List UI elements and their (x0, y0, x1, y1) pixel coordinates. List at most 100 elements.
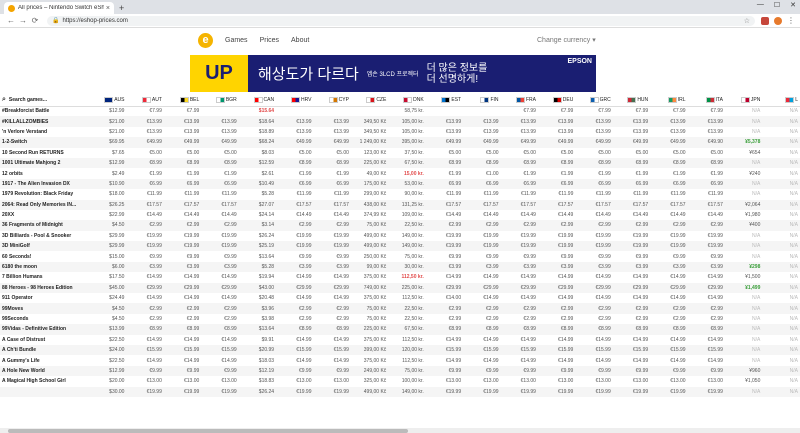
game-title[interactable]: #KILLALLZOMBIES (0, 116, 89, 126)
game-title[interactable]: 36 Fragments of Midnight (0, 220, 89, 230)
game-title[interactable]: 3D MiniGolf (0, 241, 89, 251)
table-row[interactable]: 99Moves $4.50 €2.99 €2.99 €2.99 $3.96 €2.99 €2.… (0, 303, 800, 314)
game-title[interactable]: A Case of Distrust (0, 335, 89, 345)
browser-menu-icon[interactable]: ⋮ (787, 16, 795, 25)
game-title[interactable]: 99Vidas - Definitive Edition (0, 324, 89, 334)
table-row[interactable]: 2064: Read Only Memories IN... $26.25 €17.… (0, 199, 800, 210)
game-title[interactable]: A Ch'ti Bundle (0, 345, 89, 355)
country-header-fra[interactable]: FRA (500, 94, 538, 107)
country-header-hun[interactable]: HUN (612, 94, 651, 107)
country-header-cyp[interactable]: CYP (313, 94, 351, 107)
game-title[interactable]: 88 Heroes - 98 Heroes Edition (0, 283, 89, 293)
ad-banner[interactable]: UP 해상도가 다르다 엡손 3LCD 프로젝터 더 많은 정보를 더 선명하게… (190, 55, 596, 92)
nav-about[interactable]: About (291, 37, 309, 44)
back-icon[interactable]: ← (5, 16, 17, 25)
country-header-cze[interactable]: CZE (350, 94, 389, 107)
maximize-icon[interactable]: ☐ (774, 1, 780, 9)
table-row[interactable]: 99Vidas - Definitive Edition $13.99 €8.99 €… (0, 324, 800, 335)
country-header-est[interactable]: EST (425, 94, 464, 107)
table-row[interactable]: 88 Heroes - 98 Heroes Edition $45.00 €29.9… (0, 282, 800, 294)
game-title[interactable]: 'n Verlore Verstand (0, 127, 89, 137)
game-title[interactable]: 2064: Read Only Memories IN... (0, 200, 89, 210)
country-header-bgr[interactable]: BGR (201, 94, 239, 107)
game-title[interactable]: A Magical High School Girl (0, 376, 89, 386)
game-title[interactable]: A Hole New World (0, 366, 89, 376)
table-row[interactable]: 1917 - The Alien Invasion DX $10.90 €6.99 €… (0, 178, 800, 190)
game-title[interactable]: 60 Seconds! (0, 251, 89, 261)
bookmark-star-icon[interactable]: ☆ (744, 17, 750, 25)
table-row[interactable]: #Breakforcist Battle $12.99 €7.99 €7.99 $15.… (0, 106, 800, 116)
country-header-l[interactable]: L (762, 94, 800, 107)
country-header-aus[interactable]: AUS (89, 94, 127, 107)
game-title[interactable]: #Breakforcist Battle (0, 106, 89, 116)
game-title[interactable]: 99Moves (0, 303, 89, 313)
price-cell: €13.99 (146, 118, 162, 125)
profile-avatar[interactable] (774, 16, 782, 25)
country-header-irl[interactable]: IRL (650, 94, 688, 107)
table-row[interactable]: 60 Seconds! $15.00 €9.99 €9.99 €9.99 $13.64 €9… (0, 251, 800, 261)
game-title[interactable]: 10 Second Run RETURNS (0, 148, 89, 158)
country-header-jpn[interactable]: JPN (724, 94, 763, 107)
table-row[interactable]: 12 orbits $2.49 €1.99 €1.99 €1.99 $2.61 €1.99 €… (0, 168, 800, 178)
nav-prices[interactable]: Prices (260, 37, 279, 44)
game-title[interactable] (0, 387, 89, 397)
table-row[interactable]: A Ch'ti Bundle $24.00 €15.99 €15.99 €15.99 $2… (0, 344, 800, 356)
table-row[interactable]: #KILLALLZOMBIES $21.00 €13.99 €13.99 €13.99 $… (0, 116, 800, 127)
table-row[interactable]: A Hole New World $12.99 €9.99 €9.99 €9.99 $12… (0, 365, 800, 377)
horizontal-scrollbar[interactable] (0, 428, 800, 433)
country-header-dnk[interactable]: DNK (388, 94, 426, 107)
table-row[interactable]: 3D MiniGolf $29.99 €19.99 €19.99 €19.99 $25.1… (0, 241, 800, 252)
extension-icon[interactable] (761, 16, 769, 25)
table-row[interactable]: 3D Billiards - Pool & Snooker $29.99 €19.9… (0, 231, 800, 241)
address-bar[interactable]: 🔒 https://eshop-prices.com ☆ (47, 15, 755, 26)
game-title[interactable]: 1917 - The Alien Invasion DX (0, 179, 89, 189)
table-row[interactable]: 'n Verlore Verstand $21.00 €13.99 €13.99 €13… (0, 127, 800, 137)
table-row[interactable]: 20XX $22.99 €14.49 €14.49 €14.49 $24.14 €14.49… (0, 210, 800, 220)
game-title[interactable]: 12 orbits (0, 168, 89, 178)
game-title[interactable]: 6180 the moon (0, 262, 89, 272)
table-row[interactable]: 6180 the moon $6.00 €3.99 €3.99 €3.99 $5.28 €3… (0, 261, 800, 273)
tab-close-icon[interactable]: × (106, 5, 110, 12)
table-row[interactable]: A Magical High School Girl $20.00 €13.00 €1… (0, 376, 800, 386)
country-header-aut[interactable]: AUT (126, 94, 164, 107)
table-row[interactable]: 911 Operator $24.49 €14.99 €14.99 €14.99 $20.… (0, 293, 800, 303)
country-header-can[interactable]: CAN (238, 94, 277, 107)
game-title[interactable]: 911 Operator (0, 293, 89, 303)
country-header-grc[interactable]: GRC (575, 94, 613, 107)
country-header-ita[interactable]: ITA (687, 94, 725, 107)
change-currency-dropdown[interactable]: Change currency ▾ (537, 36, 596, 44)
game-title[interactable]: A Gummy's Life (0, 355, 89, 365)
reload-icon[interactable]: ⟳ (29, 16, 41, 25)
search-input[interactable]: Search games... (9, 97, 47, 103)
table-row[interactable]: A Case of Distrust $22.50 €14.99 €14.99 €14.… (0, 335, 800, 345)
table-row[interactable]: 7 Billion Humans $17.50 €14.99 €14.99 €14.99… (0, 272, 800, 282)
country-header-bel[interactable]: BEL (163, 94, 202, 107)
close-window-icon[interactable]: ✕ (790, 1, 796, 9)
country-header-fin[interactable]: FIN (463, 94, 501, 107)
table-row[interactable]: 36 Fragments of Midnight $4.50 €2.99 €2.99 €… (0, 220, 800, 231)
site-logo[interactable]: e (198, 32, 213, 48)
game-title[interactable]: 99Seconds (0, 314, 89, 324)
country-header-hrv[interactable]: HRV (276, 94, 314, 107)
table-row[interactable]: 10 Second Run RETURNS $7.65 €5.00 €5.00 €5.0… (0, 148, 800, 158)
game-title[interactable]: 1979 Revolution: Black Friday (0, 189, 89, 199)
minimize-icon[interactable]: — (757, 1, 764, 9)
browser-tab[interactable]: All prices – Nintendo Switch eShop × (4, 2, 114, 14)
table-row[interactable]: 99Seconds $4.50 €2.99 €2.99 €2.99 $3.98 €2.99 €… (0, 314, 800, 324)
game-title[interactable]: 1001 Ultimate Mahjong 2 (0, 158, 89, 168)
nav-games[interactable]: Games (225, 37, 248, 44)
table-row[interactable]: $30.00 €19.99 €19.99 €19.99 $26.24 €19.99 €19.… (0, 386, 800, 397)
table-row[interactable]: A Gummy's Life $22.50 €14.99 €14.99 €14.99 $1… (0, 355, 800, 365)
table-row[interactable]: 1001 Ultimate Mahjong 2 $12.99 €8.99 €8.99 €… (0, 157, 800, 169)
table-row[interactable]: 1979 Revolution: Black Friday $18.00 €11.9… (0, 189, 800, 199)
game-title[interactable]: 20XX (0, 210, 89, 220)
scrollbar-thumb[interactable] (8, 428, 408, 433)
search-cell[interactable]: ⌕ Search games... (0, 94, 90, 107)
table-row[interactable]: 1-2-Switch $69.95 €49.99 €49.99 €49.99 $68.24… (0, 137, 800, 148)
new-tab-button[interactable]: + (119, 2, 124, 14)
forward-icon[interactable]: → (17, 16, 29, 25)
game-title[interactable]: 3D Billiards - Pool & Snooker (0, 231, 89, 241)
game-title[interactable]: 1-2-Switch (0, 137, 89, 147)
game-title[interactable]: 7 Billion Humans (0, 272, 89, 282)
country-header-deu[interactable]: DEU (537, 94, 576, 107)
